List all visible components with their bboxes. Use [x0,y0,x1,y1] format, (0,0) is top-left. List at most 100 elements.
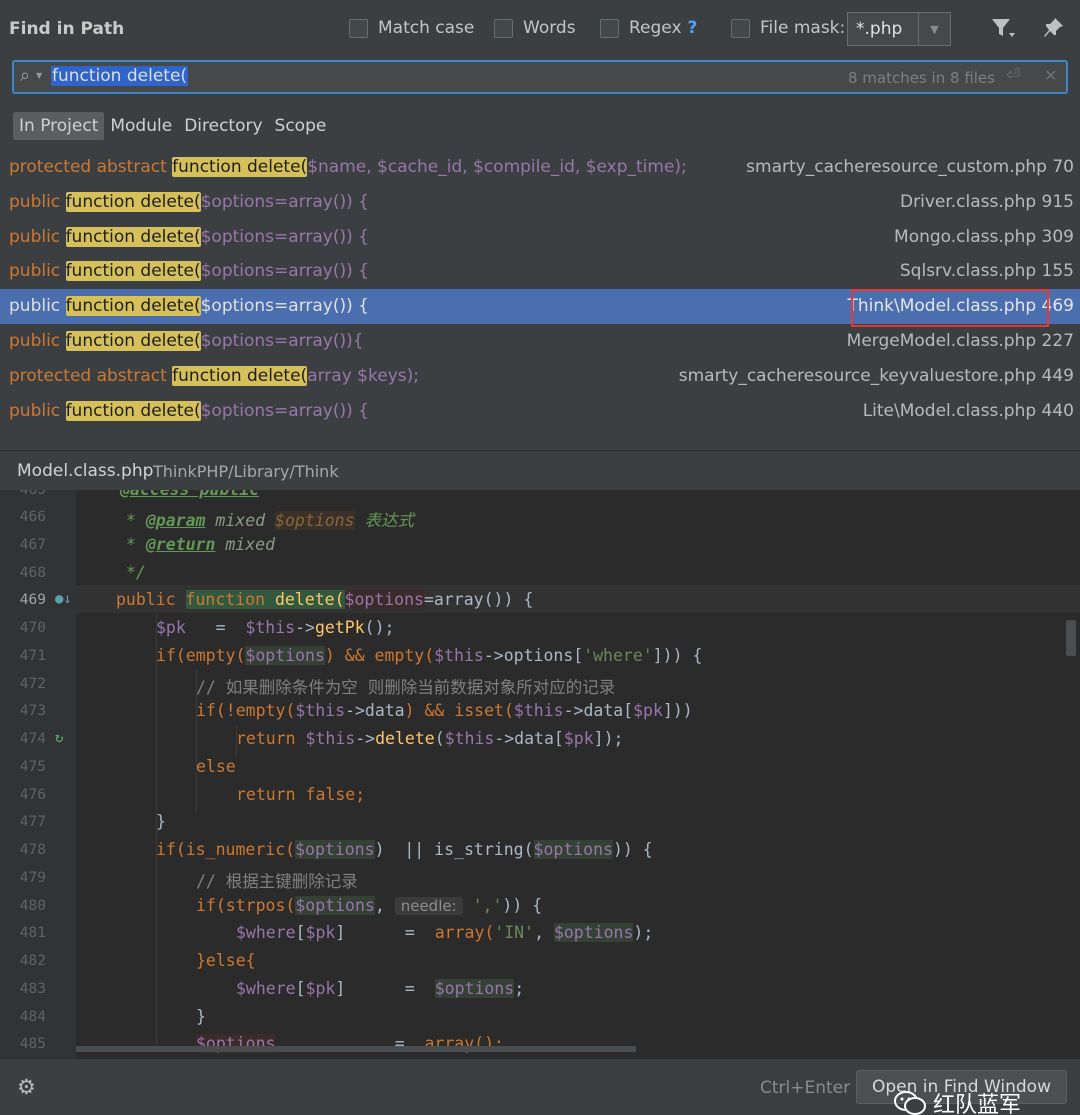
code-line: }else{ [196,951,256,970]
code-line: if(strpos($options, needle: ',')) { [196,896,543,915]
result-code: protected abstract function delete(array… [9,365,419,386]
horizontal-scrollbar[interactable] [76,1046,636,1052]
result-location: Lite\Model.class.php 440 [862,400,1074,421]
line-number: 469 [19,592,46,608]
result-code: public function delete($options=array())… [9,226,369,247]
line-number: 479 [19,870,46,886]
code-line: * @param mixed $options 表达式 [126,511,414,530]
result-code: public function delete($options=array())… [9,296,369,317]
file-mask-checkbox[interactable] [731,18,750,38]
file-mask-option[interactable]: File mask: [731,18,845,38]
code-line: } [156,812,166,831]
chevron-down-icon[interactable]: ▼ [918,13,950,45]
dialog-title: Find in Path [9,19,125,39]
result-row[interactable]: public function delete($options=array())… [0,394,1080,429]
highlight-annotation-box [851,289,1049,327]
code-line: else [196,757,236,776]
code-line: } [196,1007,206,1026]
recursive-call-icon[interactable]: ↻ [55,730,63,746]
line-number: 476 [19,787,46,803]
search-input[interactable]: ⌕ ▼ function delete( 8 matches in 8 file… [12,60,1068,94]
code-line: $where[$pk] = array('IN', $options); [236,923,654,942]
preview-header: Model.class.php ThinkPHP/Library/Think [0,450,1080,490]
tab-module[interactable]: Module [104,112,178,140]
result-code: public function delete($options=array())… [9,261,369,282]
code-line: */ [126,563,146,582]
search-icon[interactable]: ⌕ [20,65,30,86]
watermark-text: 红队蓝军 [933,1093,1022,1115]
code-line: return $this->delete($this->data[$pk]); [236,729,624,748]
parameter-hint: needle: [394,897,463,915]
result-location: Driver.class.php 915 [900,191,1074,212]
words-option[interactable]: Words [494,18,576,38]
result-location: MergeModel.class.php 227 [846,330,1074,351]
new-line-icon[interactable]: ⏎ [1006,65,1020,85]
line-number: 473 [19,703,46,719]
words-checkbox[interactable] [494,18,513,38]
result-row[interactable]: public function delete($options=array())… [0,254,1080,289]
result-code: protected abstract function delete($name… [9,157,687,177]
result-code: public function delete($options=array())… [9,330,364,351]
code-line: // 如果删除条件为空 则删除当前数据对象所对应的记录 [196,678,616,697]
scope-tabs: In Project Module Directory Scope [13,112,332,140]
match-count: 8 matches in 8 files [848,69,995,87]
regex-option[interactable]: Regex ? [600,18,697,38]
result-row[interactable]: public function delete($options=array())… [0,220,1080,255]
line-number: 471 [19,648,46,664]
line-number: 477 [19,814,46,830]
match-case-option[interactable]: Match case [349,18,474,38]
pin-icon[interactable] [1043,16,1065,45]
result-location: smarty_cacheresource_custom.php 70 [746,157,1074,177]
line-number: 481 [19,925,46,941]
regex-help-icon[interactable]: ? [688,18,698,38]
search-query[interactable]: function delete( [51,66,189,86]
code-line: // 根据主键删除记录 [196,872,358,891]
result-row[interactable]: protected abstract function delete($name… [0,150,1080,185]
result-code: public function delete($options=array())… [9,400,369,421]
gear-icon[interactable]: ⚙ [17,1075,36,1099]
result-row[interactable]: public function delete($options=array())… [0,324,1080,359]
result-location: Mongo.class.php 309 [894,226,1074,247]
line-number: 484 [19,1009,46,1025]
line-number: 468 [19,565,46,581]
vertical-scrollbar[interactable] [1066,620,1076,656]
line-number: 474 [19,731,46,747]
line-number: 480 [19,898,46,914]
search-history-chevron-icon[interactable]: ▼ [36,71,42,80]
match-case-checkbox[interactable] [349,18,368,38]
result-location: smarty_cacheresource_keyvaluestore.php 4… [678,365,1074,386]
result-row[interactable]: public function delete($options=array())… [0,185,1080,220]
tab-directory[interactable]: Directory [178,112,268,140]
words-label: Words [523,18,576,38]
code-line: if(is_numeric($options) || is_string($op… [156,840,653,859]
result-location: Sqlsrv.class.php 155 [899,261,1074,282]
code-line: public function delete($options=array())… [116,590,534,609]
tab-scope[interactable]: Scope [269,112,333,140]
dialog-footer: ⚙ Ctrl+Enter Open in Find Window 红队蓝军 [0,1058,1080,1115]
file-mask-value: *.php [856,19,903,39]
preview-file-name: Model.class.php [17,461,154,481]
regex-checkbox[interactable] [600,18,619,38]
result-row[interactable]: protected abstract function delete(array… [0,359,1080,394]
implements-marker-icon[interactable]: ●↓ [55,591,72,607]
code-line: if(!empty($this->data) && isset($this->d… [196,701,693,720]
file-mask-label: File mask: [760,18,846,38]
line-number: 472 [19,676,46,692]
line-number: 483 [19,981,46,997]
line-number: 465 [19,490,46,498]
filter-icon[interactable] [990,16,1016,45]
code-line: $pk = $this->getPk(); [156,618,395,637]
close-icon[interactable]: ✕ [1044,66,1057,85]
line-number: 470 [19,620,46,636]
code-line: @access public [120,490,259,499]
line-number: 467 [19,537,46,553]
code-preview-editor[interactable]: 465 466 467 468 469 470 471 472 473 474 … [0,490,1080,1058]
wechat-logo-icon [894,1091,926,1115]
tab-in-project[interactable]: In Project [13,112,105,140]
code-line: return false; [236,785,366,804]
code-line: * @return mixed [126,535,276,554]
code-line: $where[$pk] = $options; [236,979,525,998]
line-number: 475 [19,759,46,775]
file-mask-select[interactable]: *.php ▼ [847,12,951,46]
find-header: Find in Path Match case Words Regex ? Fi… [0,0,1080,58]
